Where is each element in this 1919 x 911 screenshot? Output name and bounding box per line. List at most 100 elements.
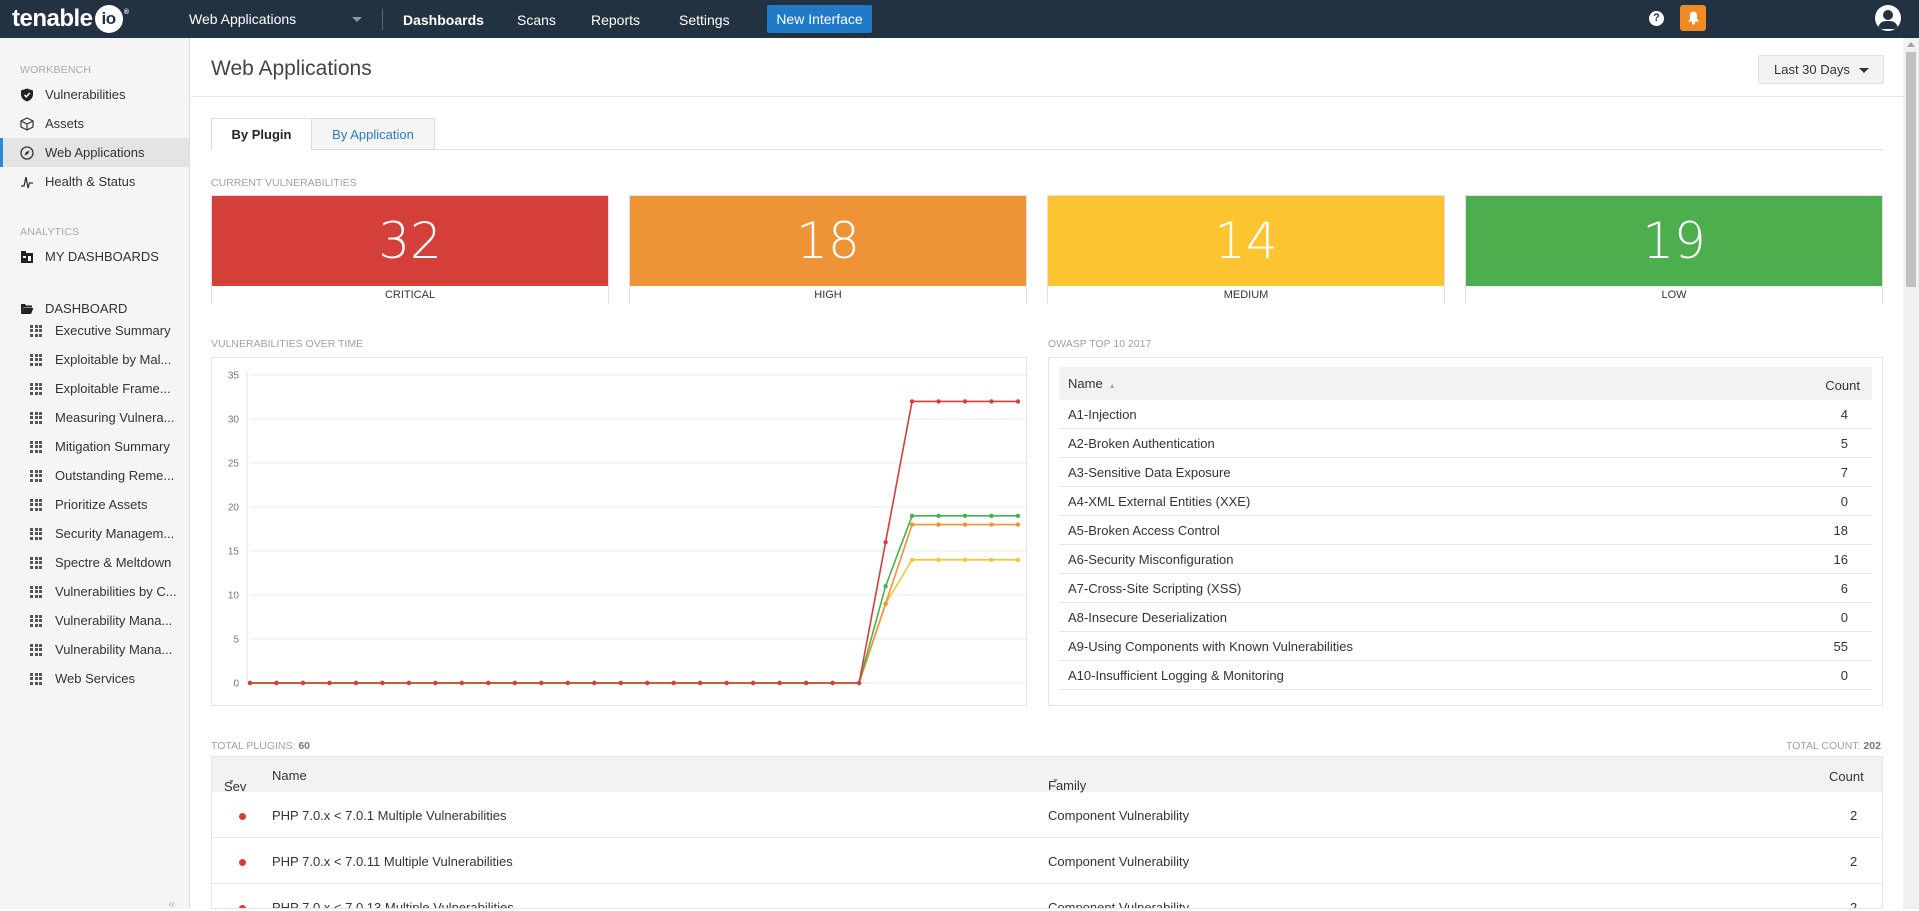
data-point[interactable] <box>936 513 941 518</box>
data-point[interactable] <box>909 513 915 518</box>
data-point[interactable] <box>565 680 570 686</box>
tab-by-application[interactable]: By Application <box>311 118 435 150</box>
count-column-header[interactable]: Count <box>1829 769 1864 784</box>
notifications-button[interactable] <box>1680 5 1706 31</box>
table-row[interactable]: PHP 7.0.x < 7.0.13 Multiple Vulnerabilit… <box>212 884 1882 908</box>
sidebar-dashboard-item[interactable]: Web Services <box>0 664 189 693</box>
low-card[interactable]: 19 LOW <box>1465 195 1883 304</box>
nav-settings[interactable]: Settings <box>679 0 730 38</box>
data-point[interactable] <box>883 601 888 606</box>
data-point[interactable] <box>909 399 915 404</box>
data-point[interactable] <box>592 680 597 686</box>
data-point[interactable] <box>936 399 941 404</box>
sidebar-item-my-dashboards[interactable]: MY DASHBOARDS <box>0 242 189 271</box>
data-point[interactable] <box>353 680 359 686</box>
data-point[interactable] <box>1015 522 1021 527</box>
data-point[interactable] <box>645 680 650 686</box>
data-point[interactable] <box>989 513 994 518</box>
scrollbar-thumb[interactable] <box>1906 52 1916 287</box>
table-row[interactable]: PHP 7.0.x < 7.0.11 Multiple Vulnerabilit… <box>212 838 1882 884</box>
name-column-header[interactable]: Name <box>272 768 307 783</box>
data-point[interactable] <box>936 522 941 527</box>
new-interface-button[interactable]: New Interface <box>767 5 872 33</box>
nav-scans[interactable]: Scans <box>517 0 556 38</box>
sidebar-dashboard-item[interactable]: Executive Summary <box>0 316 189 345</box>
sidebar-item-assets[interactable]: Assets <box>0 109 189 138</box>
owasp-name-column[interactable]: Name ▲ <box>1068 376 1116 391</box>
owasp-count-header[interactable]: Count <box>1825 378 1860 393</box>
data-point[interactable] <box>486 680 491 686</box>
sidebar-dashboard-item[interactable]: Prioritize Assets <box>0 490 189 519</box>
data-point[interactable] <box>856 680 862 686</box>
data-point[interactable] <box>750 680 756 686</box>
sidebar-dashboard-item[interactable]: Vulnerability Mana... <box>0 635 189 664</box>
owasp-row[interactable]: A6-Security Misconfiguration 16 <box>1059 545 1872 574</box>
sidebar-dashboard-item[interactable]: Vulnerabilities by C... <box>0 577 189 606</box>
owasp-row[interactable]: A2-Broken Authentication 5 <box>1059 429 1872 458</box>
sidebar-dashboard-item[interactable]: Mitigation Summary <box>0 432 189 461</box>
sidebar-dashboard-item[interactable]: Exploitable Frame... <box>0 374 189 403</box>
sidebar-item-web-applications[interactable]: Web Applications <box>0 138 189 167</box>
data-point[interactable] <box>274 680 279 686</box>
data-point[interactable] <box>989 399 994 404</box>
owasp-row[interactable]: A9-Using Components with Known Vulnerabi… <box>1059 632 1872 661</box>
sidebar-dashboard-item[interactable]: Outstanding Reme... <box>0 461 189 490</box>
nav-reports[interactable]: Reports <box>591 0 640 38</box>
data-point[interactable] <box>909 522 915 527</box>
data-point[interactable] <box>1015 513 1021 518</box>
data-point[interactable] <box>433 680 438 686</box>
data-point[interactable] <box>962 557 968 562</box>
data-point[interactable] <box>883 540 888 545</box>
page-scrollbar[interactable] <box>1903 38 1919 909</box>
critical-card[interactable]: 32 CRITICAL <box>211 195 609 304</box>
data-point[interactable] <box>1015 557 1021 562</box>
data-point[interactable] <box>380 680 385 686</box>
help-icon[interactable]: ? <box>1649 11 1664 26</box>
table-row[interactable]: PHP 7.0.x < 7.0.1 Multiple Vulnerabiliti… <box>212 792 1882 838</box>
data-point[interactable] <box>327 680 332 686</box>
data-point[interactable] <box>247 680 253 686</box>
sidebar-item-health-status[interactable]: Health & Status <box>0 167 189 196</box>
owasp-row[interactable]: A5-Broken Access Control 18 <box>1059 516 1872 545</box>
data-point[interactable] <box>777 680 782 686</box>
owasp-row[interactable]: A3-Sensitive Data Exposure 7 <box>1059 458 1872 487</box>
data-point[interactable] <box>962 399 968 404</box>
tab-by-plugin[interactable]: By Plugin <box>211 118 312 150</box>
data-point[interactable] <box>803 680 809 686</box>
sidebar-dashboard-item[interactable]: Security Managem... <box>0 519 189 548</box>
data-point[interactable] <box>1015 399 1021 404</box>
nav-dashboards[interactable]: Dashboards <box>403 0 484 38</box>
medium-card[interactable]: 14 MEDIUM <box>1047 195 1445 304</box>
data-point[interactable] <box>989 522 994 527</box>
tenable-logo[interactable]: tenable io ® <box>12 4 129 34</box>
owasp-row[interactable]: A8-Insecure Deserialization 0 <box>1059 603 1872 632</box>
user-avatar-icon[interactable] <box>1875 5 1901 31</box>
data-point[interactable] <box>909 557 915 562</box>
data-point[interactable] <box>300 680 306 686</box>
scroll-up-icon[interactable] <box>1907 42 1915 47</box>
owasp-row[interactable]: A10-Insufficient Logging & Monitoring 0 <box>1059 661 1872 690</box>
sidebar-dashboard-item[interactable]: Spectre & Meltdown <box>0 548 189 577</box>
sidebar-dashboard-item[interactable]: Measuring Vulnera... <box>0 403 189 432</box>
data-point[interactable] <box>459 680 465 686</box>
data-point[interactable] <box>698 680 703 686</box>
data-point[interactable] <box>936 557 941 562</box>
date-range-dropdown[interactable]: Last 30 Days <box>1758 55 1884 84</box>
data-point[interactable] <box>962 513 968 518</box>
data-point[interactable] <box>671 680 676 686</box>
data-point[interactable] <box>962 522 968 527</box>
sidebar-item-vulnerabilities[interactable]: Vulnerabilities <box>0 80 189 109</box>
app-selector[interactable]: Web Applications <box>189 0 364 38</box>
owasp-row[interactable]: A1-Injection 4 <box>1059 400 1872 429</box>
owasp-row[interactable]: A4-XML External Entities (XXE) 0 <box>1059 487 1872 516</box>
owasp-row[interactable]: A7-Cross-Site Scripting (XSS) 6 <box>1059 574 1872 603</box>
data-point[interactable] <box>724 680 729 686</box>
data-point[interactable] <box>989 557 994 562</box>
sidebar-dashboard-item[interactable]: Exploitable by Mal... <box>0 345 189 374</box>
sidebar-dashboard-item[interactable]: Vulnerability Mana... <box>0 606 189 635</box>
data-point[interactable] <box>883 584 888 589</box>
data-point[interactable] <box>406 680 412 686</box>
data-point[interactable] <box>830 680 835 686</box>
data-point[interactable] <box>618 680 623 686</box>
data-point[interactable] <box>539 680 544 686</box>
